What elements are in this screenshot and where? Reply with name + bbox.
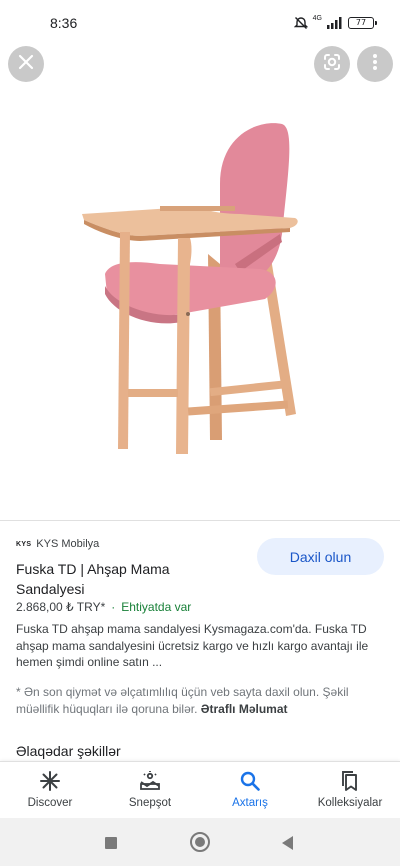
bottom-navigation: Discover Snepşot Axtarış Kolleksiyalar xyxy=(0,761,400,818)
status-bar: 8:36 4G 77 xyxy=(0,0,400,44)
nav-snapshot[interactable]: Snepşot xyxy=(100,762,200,818)
nav-search[interactable]: Axtarış xyxy=(200,762,300,818)
more-vert-icon xyxy=(372,53,378,76)
network-type: 4G xyxy=(312,14,322,22)
google-lens-button[interactable] xyxy=(314,46,350,82)
recents-button[interactable] xyxy=(105,837,117,849)
image-viewer xyxy=(0,44,400,520)
more-info-link[interactable]: Ətraflı Məlumat xyxy=(201,702,288,716)
nav-label: Kolleksiyalar xyxy=(317,797,383,809)
nav-label: Axtarış xyxy=(232,797,268,809)
visit-button[interactable]: Daxil olun xyxy=(257,538,384,575)
source-logo: KYS xyxy=(16,540,32,548)
result-description: Fuska TD ahşap mama sandalyesi Kysmagaza… xyxy=(16,622,369,669)
alarm-off-icon xyxy=(293,16,308,30)
google-lens-icon xyxy=(322,52,342,77)
more-options-button[interactable] xyxy=(357,46,393,82)
price: 2.868,00 ₺ TRY* xyxy=(16,600,106,614)
disclaimer: * Ən son qiymət və əlçatımlılıq üçün veb… xyxy=(16,684,388,717)
asterisk-icon xyxy=(39,770,61,792)
price-row: 2.868,00 ₺ TRY* · Ehtiyatda var xyxy=(16,600,191,614)
snapshot-icon xyxy=(139,770,161,792)
result-info: KYS KYS Mobilya Daxil olun Fuska TD | Ah… xyxy=(0,521,400,761)
status-icons: 4G 77 xyxy=(293,14,377,32)
back-button[interactable] xyxy=(282,836,293,850)
nav-label: Snepşot xyxy=(128,797,172,809)
product-image[interactable] xyxy=(70,114,330,459)
status-time: 8:36 xyxy=(50,15,78,31)
collections-icon xyxy=(339,770,361,792)
disclaimer-text: * Ən son qiymət və əlçatımlılıq üçün veb… xyxy=(16,685,349,716)
nav-collections[interactable]: Kolleksiyalar xyxy=(300,762,400,818)
close-icon xyxy=(18,54,34,75)
source-row[interactable]: KYS KYS Mobilya xyxy=(16,538,99,550)
separator: · xyxy=(111,600,116,614)
battery-icon: 77 xyxy=(348,17,377,29)
stock-status: Ehtiyatda var xyxy=(121,600,192,614)
nav-label: Discover xyxy=(27,797,73,809)
signal-icon xyxy=(327,17,343,29)
nav-discover[interactable]: Discover xyxy=(0,762,100,818)
close-button[interactable] xyxy=(8,46,44,82)
system-navigation xyxy=(0,818,400,866)
source-name: KYS Mobilya xyxy=(36,538,100,550)
search-icon xyxy=(239,770,261,792)
related-images-heading: Əlaqədar şəkillər xyxy=(16,743,121,759)
home-button[interactable] xyxy=(190,832,210,852)
result-title[interactable]: Fuska TD | Ahşap Mama Sandalyesi xyxy=(16,559,236,599)
